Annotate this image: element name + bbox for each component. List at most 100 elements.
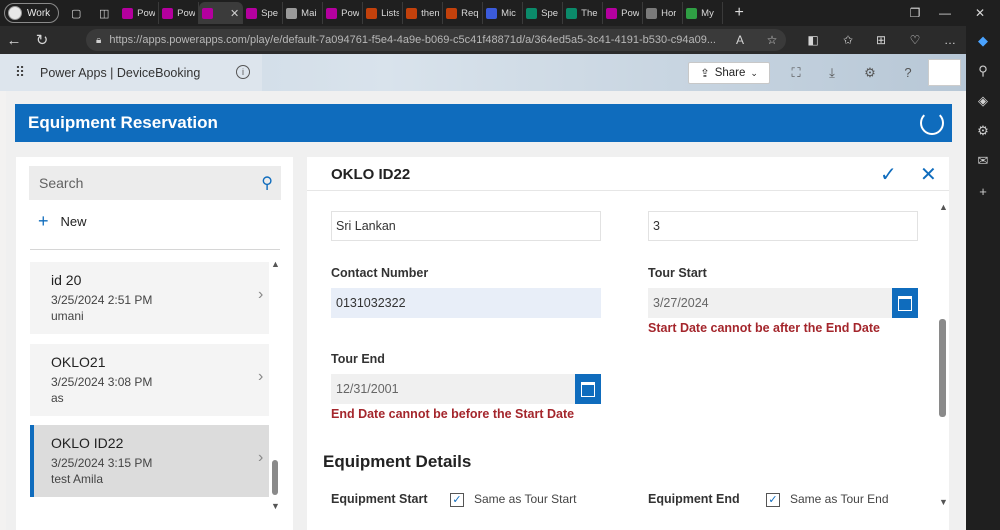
search-input[interactable]: Search ⚲ [29,166,281,200]
chevron-right-icon[interactable]: › [258,286,263,304]
browser-tab[interactable]: ✕ [199,2,244,24]
nationality-field[interactable]: Sri Lankan [331,211,601,241]
copilot-icon[interactable]: ◆ [966,26,1000,56]
profile-button[interactable]: Work [4,3,60,23]
profile-label: Work [27,7,51,19]
collections-icon[interactable]: ⊞ [871,30,891,50]
calendar-icon[interactable] [892,288,918,318]
list-item-selected[interactable]: OKLO ID22 3/25/2024 3:15 PM test Amila › [30,425,269,497]
search-sidebar-icon[interactable]: ⚲ [966,56,1000,86]
scroll-down-icon[interactable]: ▼ [939,497,948,507]
browser-tab[interactable]: My [683,2,724,24]
browser-tab[interactable]: Pow [159,2,200,24]
new-label: New [60,214,87,229]
form-title: OKLO ID22 [331,166,411,183]
minimize-icon[interactable]: — [930,0,960,26]
tab-label: Lists [381,7,400,19]
workspaces-icon[interactable]: ▢ [65,2,87,24]
browser-tab[interactable]: then [403,2,444,24]
power-apps-header: ⠿ Power Apps | DeviceBooking i ⇪ Share ⌄… [0,54,966,91]
item-date: 3/25/2024 3:08 PM [51,375,153,389]
lock-icon: 🔒︎ [96,34,102,46]
contact-number-label: Contact Number [331,266,429,280]
url-field[interactable]: 🔒︎ https://apps.powerapps.com/play/e/def… [86,29,786,51]
fit-screen-icon[interactable]: ⛶ [786,63,806,83]
tour-start-date-picker[interactable]: 3/27/2024 [648,288,893,318]
contact-number-value: 0131032322 [336,296,406,310]
scroll-up-icon[interactable]: ▲ [939,202,948,212]
back-icon[interactable]: ← [0,26,28,54]
reload-icon[interactable] [920,111,944,135]
refresh-icon[interactable]: ↻ [28,26,56,54]
tools-icon[interactable]: ⚙ [966,116,1000,146]
tab-label: Pow [177,7,196,19]
browser-tab[interactable]: Spe [243,2,284,24]
same-as-tour-end-checkbox[interactable]: ✓ [766,493,780,507]
close-icon[interactable]: ✕ [920,162,937,187]
close-window-icon[interactable]: ✕ [965,0,995,26]
url-text: https://apps.powerapps.com/play/e/defaul… [109,34,716,46]
browser-tab[interactable]: Hor [643,2,684,24]
new-tab-button[interactable]: + [729,4,749,22]
browser-tab[interactable]: Lists [363,2,404,24]
plus-icon: + [38,211,49,231]
search-icon[interactable]: ⚲ [261,173,273,193]
restore-icon[interactable]: ❐ [900,0,930,26]
read-aloud-icon[interactable]: A [730,30,750,50]
browser-tab[interactable]: Pow [323,2,364,24]
tour-start-label: Tour Start [648,266,707,280]
tab-favicon-icon [606,7,618,19]
tab-favicon-icon [202,7,214,19]
edit-form: OKLO ID22 ✓ ✕ Sri Lankan 3 Contact Numbe… [307,157,949,530]
calendar-icon[interactable] [575,374,601,404]
app-launcher-icon[interactable]: ⠿ [0,64,40,81]
tab-actions-icon[interactable]: ◫ [93,2,115,24]
more-icon[interactable]: … [940,30,960,50]
item-date: 3/25/2024 2:51 PM [51,293,153,307]
help-icon[interactable]: ? [898,63,918,83]
settings-icon[interactable]: ⚙ [860,63,880,83]
browser-tab[interactable]: Pow [603,2,644,24]
browser-tab[interactable]: Spe [523,2,564,24]
account-box[interactable] [928,59,961,86]
browser-tab[interactable]: Mic [483,2,524,24]
browser-tab[interactable]: Pow [119,2,160,24]
list-item[interactable]: OKLO21 3/25/2024 3:08 PM as › [30,344,269,416]
header-title-area: ⠿ Power Apps | DeviceBooking [0,54,262,91]
close-tab-icon[interactable]: ✕ [230,7,239,20]
browser-tab[interactable]: Req [443,2,484,24]
form-scrollbar[interactable] [939,319,946,417]
favorites-icon[interactable]: ✩ [838,30,858,50]
tab-favicon-icon [566,7,578,19]
tab-favicon-icon [526,7,538,19]
tab-label: Spe [261,7,279,19]
tab-label: Mai [301,7,317,19]
health-icon[interactable]: ♡ [905,30,925,50]
gallery-scrollbar[interactable] [272,460,278,495]
outlook-icon[interactable]: ✉ [966,146,1000,176]
browser-tab[interactable]: The [563,2,604,24]
scroll-up-icon[interactable]: ▲ [271,259,280,269]
browser-tab[interactable]: Mai [283,2,324,24]
tour-end-value: 12/31/2001 [336,382,399,396]
list-item[interactable]: id 20 3/25/2024 2:51 PM umani › [30,262,269,334]
download-icon[interactable]: ⤓ [822,63,842,83]
favorite-star-icon[interactable]: ☆ [762,30,782,50]
same-as-tour-start-checkbox[interactable]: ✓ [450,493,464,507]
chevron-right-icon[interactable]: › [258,449,263,467]
count-field[interactable]: 3 [648,211,918,241]
contact-number-field[interactable]: 0131032322 [331,288,601,318]
add-sidebar-icon[interactable]: + [966,176,1000,206]
new-button[interactable]: + New [38,211,87,232]
tour-end-date-picker[interactable]: 12/31/2001 [331,374,576,404]
tab-label: Spe [541,7,559,19]
scroll-down-icon[interactable]: ▼ [271,501,280,511]
check-icon[interactable]: ✓ [880,162,897,187]
shopping-icon[interactable]: ◈ [966,86,1000,116]
chevron-right-icon[interactable]: › [258,368,263,386]
app-canvas: Equipment Reservation Search ⚲ + New ▲ i… [6,91,964,530]
info-icon[interactable]: i [236,65,250,79]
split-screen-icon[interactable]: ◧ [803,30,823,50]
share-button[interactable]: ⇪ Share ⌄ [688,62,770,84]
chevron-down-icon: ⌄ [750,67,758,78]
